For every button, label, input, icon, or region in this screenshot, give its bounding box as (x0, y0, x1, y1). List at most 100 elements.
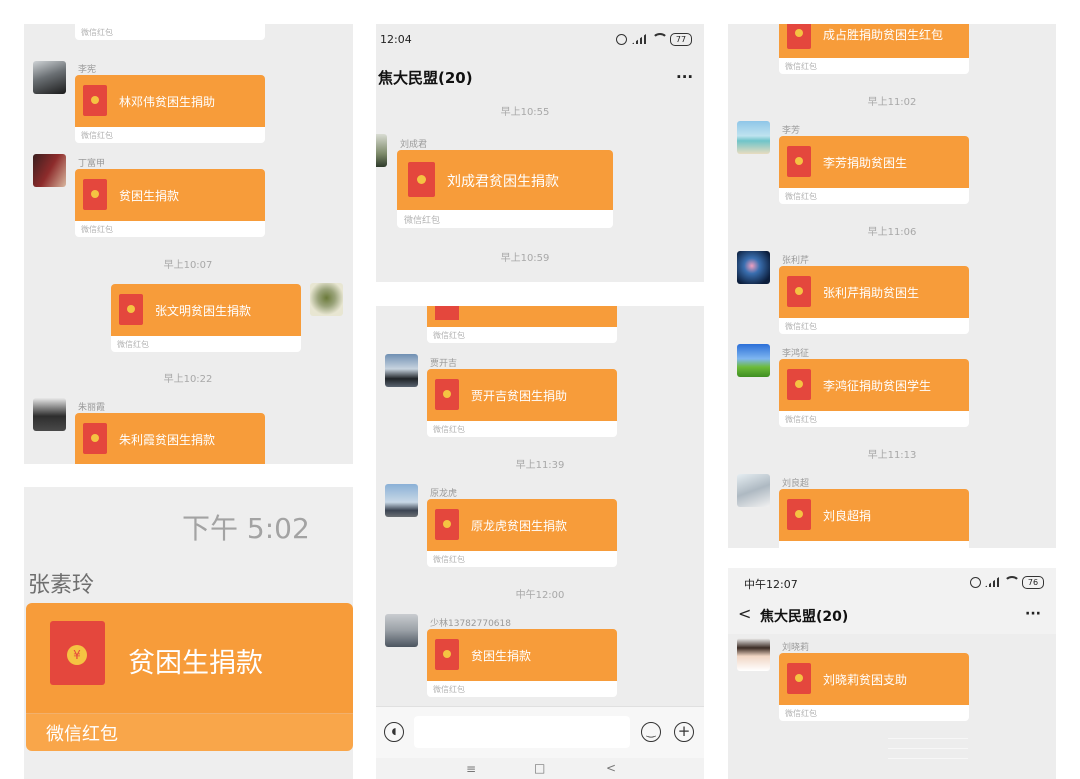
red-packet-message[interactable]: 李芳捐助贫困生 微信红包 (779, 136, 969, 204)
input-bar: ◖ ‿ + (376, 706, 704, 759)
home-icon[interactable]: □ (534, 761, 545, 775)
red-envelope-icon (435, 379, 459, 410)
red-packet-message[interactable]: 贫困生捐款 微信红包 (427, 629, 617, 697)
status-time: 中午12:07 (744, 578, 798, 591)
battery-icon: 77 (670, 33, 692, 46)
red-packet-title: 原龙虎贫困生捐款 (471, 519, 568, 533)
red-packet-title: 贾开吉贫困生捐助 (471, 389, 568, 403)
envelope-sub-label: 微信红包 (433, 685, 465, 694)
recents-icon[interactable]: ≡ (466, 762, 476, 776)
envelope-sub-label: 微信红包 (785, 192, 817, 201)
red-packet-message[interactable]: 朱利霞贫困生捐款 微信红包 (75, 413, 265, 464)
avatar[interactable] (33, 61, 66, 94)
red-envelope-icon (435, 639, 459, 670)
red-envelope-icon (408, 162, 435, 197)
chat-panel-b: 12:04 77 焦大民盟(20) ··· 早上10:55 刘成君 刘成君贫困生… (376, 24, 704, 282)
wifi-icon (1004, 576, 1020, 590)
sender-name: 张利芹 (782, 256, 810, 266)
envelope-sub-label: 微信红包 (46, 724, 118, 745)
red-packet-title: 张文明贫困生捐款 (155, 304, 252, 318)
voice-icon[interactable]: ◖ (384, 722, 404, 742)
message-input[interactable] (414, 716, 630, 748)
chat-title: 焦大民盟(20) (760, 609, 849, 625)
timestamp: 早上10:22 (163, 374, 213, 385)
avatar[interactable] (737, 251, 770, 284)
red-packet-message[interactable]: 张利芹捐助贫困生 微信红包 (779, 266, 969, 334)
red-envelope-icon (83, 85, 107, 116)
wifi-icon (652, 33, 668, 47)
sender-name: 刘良超 (782, 479, 810, 489)
avatar[interactable] (310, 283, 343, 316)
avatar[interactable] (737, 638, 770, 671)
timestamp: 早上10:55 (500, 107, 550, 118)
red-envelope-icon (787, 146, 811, 177)
timestamp: 中午12:00 (515, 590, 565, 601)
red-packet-message[interactable]: 林邓伟贫困生捐助 微信红包 (75, 75, 265, 143)
avatar[interactable] (737, 474, 770, 507)
sender-name: 原龙虎 (430, 489, 458, 499)
red-envelope-icon (83, 423, 107, 454)
chat-panel-e: 中午12:07 76 < 焦大民盟(20) ··· 刘晓莉 刘晓莉贫困支助 微信… (728, 568, 1056, 779)
timestamp: 早上11:02 (867, 97, 917, 108)
red-packet-message[interactable]: 贫困生捐款 微信红包 (75, 169, 265, 237)
red-packet-title: 刘良超捐 (823, 509, 872, 523)
sender-name: 张素玲 (28, 573, 95, 598)
system-nav-bar: ≡ □ < (376, 758, 704, 779)
avatar[interactable] (737, 344, 770, 377)
red-packet-message[interactable]: 刘晓莉贫困支助 微信红包 (779, 653, 969, 721)
sender-name: 李芳 (782, 126, 801, 136)
avatar[interactable] (33, 398, 66, 431)
divider (888, 748, 968, 749)
red-envelope-icon (787, 499, 811, 530)
avatar[interactable] (385, 484, 418, 517)
timestamp: 早上10:07 (163, 260, 213, 271)
back-arrow-icon[interactable]: < (738, 604, 751, 623)
envelope-sub-label: 微信红包 (433, 425, 465, 434)
envelope-sub-label: 微信红包 (785, 415, 817, 424)
red-packet-message[interactable]: 原龙虎贫困生捐款 微信红包 (427, 499, 617, 567)
chat-panel-c: 微信红包 贾开吉 贾开吉贫困生捐助 微信红包 早上11:39 原龙虎 原龙虎贫困… (376, 306, 704, 779)
more-options-icon[interactable]: ··· (676, 68, 693, 86)
red-envelope-icon (435, 509, 459, 540)
red-packet-partial[interactable]: 微信红包 (427, 306, 617, 343)
red-packet-title: 贫困生捐款 (119, 189, 180, 203)
sender-name: 少林13782770618 (430, 619, 511, 629)
red-packet-partial[interactable]: 成占胜捐助贫困生红包 微信红包 (779, 24, 969, 74)
avatar[interactable] (385, 354, 418, 387)
envelope-sub-label: 微信红包 (785, 62, 817, 71)
emoji-icon[interactable]: ‿ (641, 722, 661, 742)
avatar[interactable] (33, 154, 66, 187)
red-packet-partial[interactable]: 微信红包 (75, 24, 265, 40)
more-options-icon[interactable]: ··· (1025, 606, 1041, 622)
timestamp: 早上10:59 (500, 253, 550, 264)
red-packet-message[interactable]: 刘成君贫困生捐款 微信红包 (397, 150, 613, 228)
chat-panel-zoomed: 下午 5:02 张素玲 ¥ 贫困生捐款 微信红包 (24, 487, 353, 779)
timestamp: 早上11:39 (515, 460, 565, 471)
red-packet-message[interactable]: 张文明贫困生捐款 微信红包 (111, 284, 301, 352)
red-packet-title: 朱利霞贫困生捐款 (119, 433, 216, 447)
envelope-sub-label: 微信红包 (81, 225, 113, 234)
red-packet-message[interactable]: 刘良超捐 (779, 489, 969, 548)
red-packet-message[interactable]: ¥ 贫困生捐款 微信红包 (26, 603, 353, 751)
avatar[interactable] (737, 121, 770, 154)
envelope-sub-label: 微信红包 (404, 216, 441, 226)
sender-name: 李宪 (78, 65, 97, 75)
envelope-sub-label: 微信红包 (785, 709, 817, 718)
red-envelope-icon (787, 276, 811, 307)
back-icon[interactable]: < (606, 761, 616, 775)
sender-name: 刘晓莉 (782, 643, 810, 653)
red-packet-message[interactable]: 李鸿征捐助贫困学生 微信红包 (779, 359, 969, 427)
red-envelope-icon (83, 179, 107, 210)
avatar[interactable] (376, 134, 387, 167)
sender-name: 丁富甲 (78, 159, 106, 169)
red-packet-title: 张利芹捐助贫困生 (823, 286, 920, 300)
add-icon[interactable]: + (674, 722, 694, 742)
sender-name: 朱丽霞 (78, 403, 106, 413)
divider (888, 738, 968, 739)
avatar[interactable] (385, 614, 418, 647)
red-packet-title: 林邓伟贫困生捐助 (119, 95, 216, 109)
red-envelope-icon (787, 369, 811, 400)
envelope-sub-label: 微信红包 (81, 28, 113, 37)
chat-panel-a: 微信红包 李宪 林邓伟贫困生捐助 微信红包 丁富甲 贫困生捐款 微信红包 早上1… (24, 24, 353, 464)
red-packet-message[interactable]: 贾开吉贫困生捐助 微信红包 (427, 369, 617, 437)
